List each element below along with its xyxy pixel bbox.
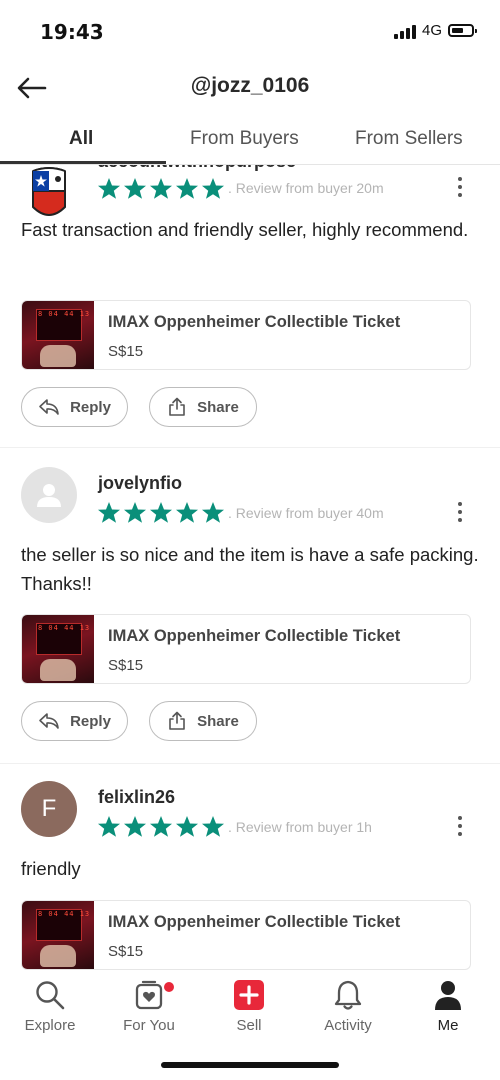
reviewed-item-card[interactable]: 8 04 44 13 IMAX Oppenheimer Collectible … [21,614,471,684]
nav-label: Sell [236,1017,262,1034]
share-icon [169,397,185,416]
tab-all[interactable]: All [69,128,93,150]
avatar[interactable]: F [21,781,77,837]
reply-icon [39,713,59,729]
share-label: Share [197,712,239,730]
reply-label: Reply [70,712,111,730]
reviewer-username[interactable]: jovelynfio [98,473,182,494]
reviewer-username[interactable]: felixlin26 [98,787,175,808]
item-thumbnail: 8 04 44 13 [22,615,94,683]
review-tabs: All From Buyers From Sellers [0,118,500,165]
nav-label: For You [123,1017,175,1034]
star-icon [150,502,172,523]
star-icon [150,178,172,199]
tab-from-sellers[interactable]: From Sellers [355,128,463,150]
more-options-button[interactable] [450,499,470,525]
person-icon [435,981,461,1010]
more-options-button[interactable] [450,174,470,200]
reply-button[interactable]: Reply [21,701,128,741]
star-icon [202,178,224,199]
star-icon [176,178,198,199]
search-icon [36,981,65,1010]
home-indicator [161,1062,339,1068]
star-icon [176,502,198,523]
nav-activity[interactable]: Activity [298,977,398,1034]
star-icon [202,502,224,523]
reply-button[interactable]: Reply [21,387,128,427]
star-rating [97,815,225,838]
notification-badge [164,982,174,992]
reviewer-username[interactable]: accountwithnopurpose [98,165,296,172]
avatar[interactable] [21,165,77,221]
review-text: the seller is so nice and the item is ha… [21,544,479,594]
item-title: IMAX Oppenheimer Collectible Ticket [108,913,401,931]
nav-label: Activity [324,1017,372,1034]
nav-for-you[interactable]: For You [99,977,199,1034]
review-meta: . Review from buyer 20m [228,180,384,196]
reply-icon [39,399,59,415]
nav-sell[interactable]: Sell [199,977,299,1034]
review-text: friendly [21,858,81,879]
divider [0,447,500,448]
status-time: 19:43 [40,20,104,44]
review-meta: . Review from buyer 1h [228,819,372,835]
more-options-button[interactable] [450,813,470,839]
star-icon [98,178,120,199]
flag-avatar-icon [32,167,66,216]
star-icon [124,178,146,199]
reviewed-item-card[interactable]: 8 04 44 13 IMAX Oppenheimer Collectible … [21,900,471,970]
network-label: 4G [421,22,442,39]
star-icon [124,502,146,523]
share-icon [169,711,185,730]
nav-label: Me [437,1017,459,1034]
nav-me[interactable]: Me [398,977,498,1034]
share-label: Share [197,398,239,416]
star-icon [202,816,224,837]
battery-icon [448,24,477,37]
status-bar: 19:43 4G [0,0,500,62]
reply-label: Reply [70,398,111,416]
divider [0,763,500,764]
page-header: @jozz_0106 [0,62,500,116]
star-icon [150,816,172,837]
reviews-feed[interactable]: accountwithnopurpose . Review from buyer… [0,165,500,973]
star-icon [176,816,198,837]
share-button[interactable]: Share [149,701,257,741]
item-price: S$15 [108,657,144,674]
item-thumbnail: 8 04 44 13 [22,301,94,369]
avatar[interactable] [21,467,77,523]
page-title: @jozz_0106 [190,74,310,97]
share-button[interactable]: Share [149,387,257,427]
star-icon [124,816,146,837]
for-you-icon [135,980,163,1010]
default-user-icon [37,484,61,507]
star-rating [97,177,225,200]
status-icons: 4G [393,22,477,39]
review-meta: . Review from buyer 40m [228,505,384,521]
star-icon [98,816,120,837]
nav-label: Explore [24,1017,76,1034]
item-price: S$15 [108,343,144,360]
star-icon [98,502,120,523]
nav-explore[interactable]: Explore [0,977,100,1034]
item-title: IMAX Oppenheimer Collectible Ticket [108,627,401,645]
star-rating [97,501,225,524]
item-thumbnail: 8 04 44 13 [22,901,94,969]
item-title: IMAX Oppenheimer Collectible Ticket [108,313,401,331]
item-price: S$15 [108,943,144,960]
active-tab-indicator [0,161,166,164]
reviewed-item-card[interactable]: 8 04 44 13 IMAX Oppenheimer Collectible … [21,300,471,370]
tab-from-buyers[interactable]: From Buyers [190,128,299,150]
bottom-nav: Explore For You Sell Activity Me [0,973,500,1043]
signal-icon [393,23,416,39]
bell-icon [334,980,362,1010]
review-text: Fast transaction and friendly seller, hi… [21,219,469,240]
sell-plus-icon [234,980,264,1010]
